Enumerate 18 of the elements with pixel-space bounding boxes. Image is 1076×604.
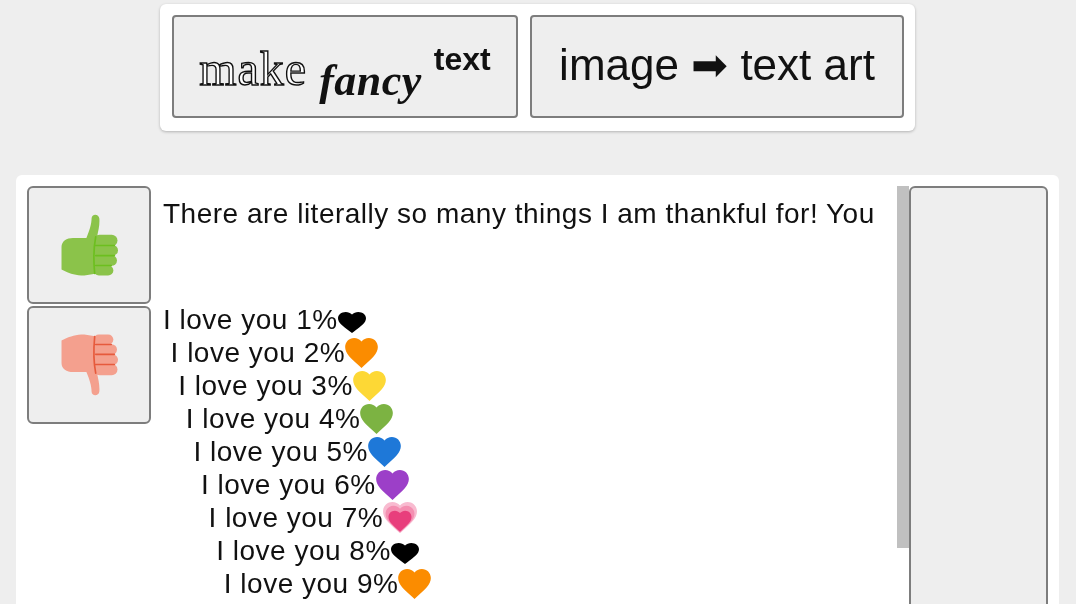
text-line: I love you 7%	[208, 501, 384, 534]
text-line: There are literally so many things I am thankful for! You	[163, 197, 875, 230]
text-line: I love you 1%	[163, 303, 338, 336]
text-line: I love you 9%	[223, 567, 399, 600]
text-art-button[interactable]: image ➡ text art	[530, 15, 904, 118]
thumbs-up-button[interactable]	[27, 186, 151, 304]
thumbs-up-icon	[60, 214, 118, 276]
text-line: I love you 4%	[185, 402, 361, 435]
text-line: I love you 6%	[201, 468, 376, 501]
text-line: I love you 3%	[178, 369, 353, 402]
text-area[interactable]: There are literally so many things I am thankful for! You I love you 1% I love you 2% I love you 3% I love you 4% I love you 5% I love you 6% I love you 7% I love you 8% I love you 9%	[163, 186, 909, 600]
scrollbar-thumb[interactable]	[897, 186, 909, 548]
thumbs-down-icon	[60, 334, 118, 396]
fancy-text-button[interactable]: make fancy $^{text}$	[172, 15, 518, 118]
text-line: I love you 5%	[193, 435, 368, 468]
thumbs-down-button[interactable]	[27, 306, 151, 424]
text-line: I love you 8%	[216, 534, 391, 567]
text-line: I love you 2%	[170, 336, 346, 369]
